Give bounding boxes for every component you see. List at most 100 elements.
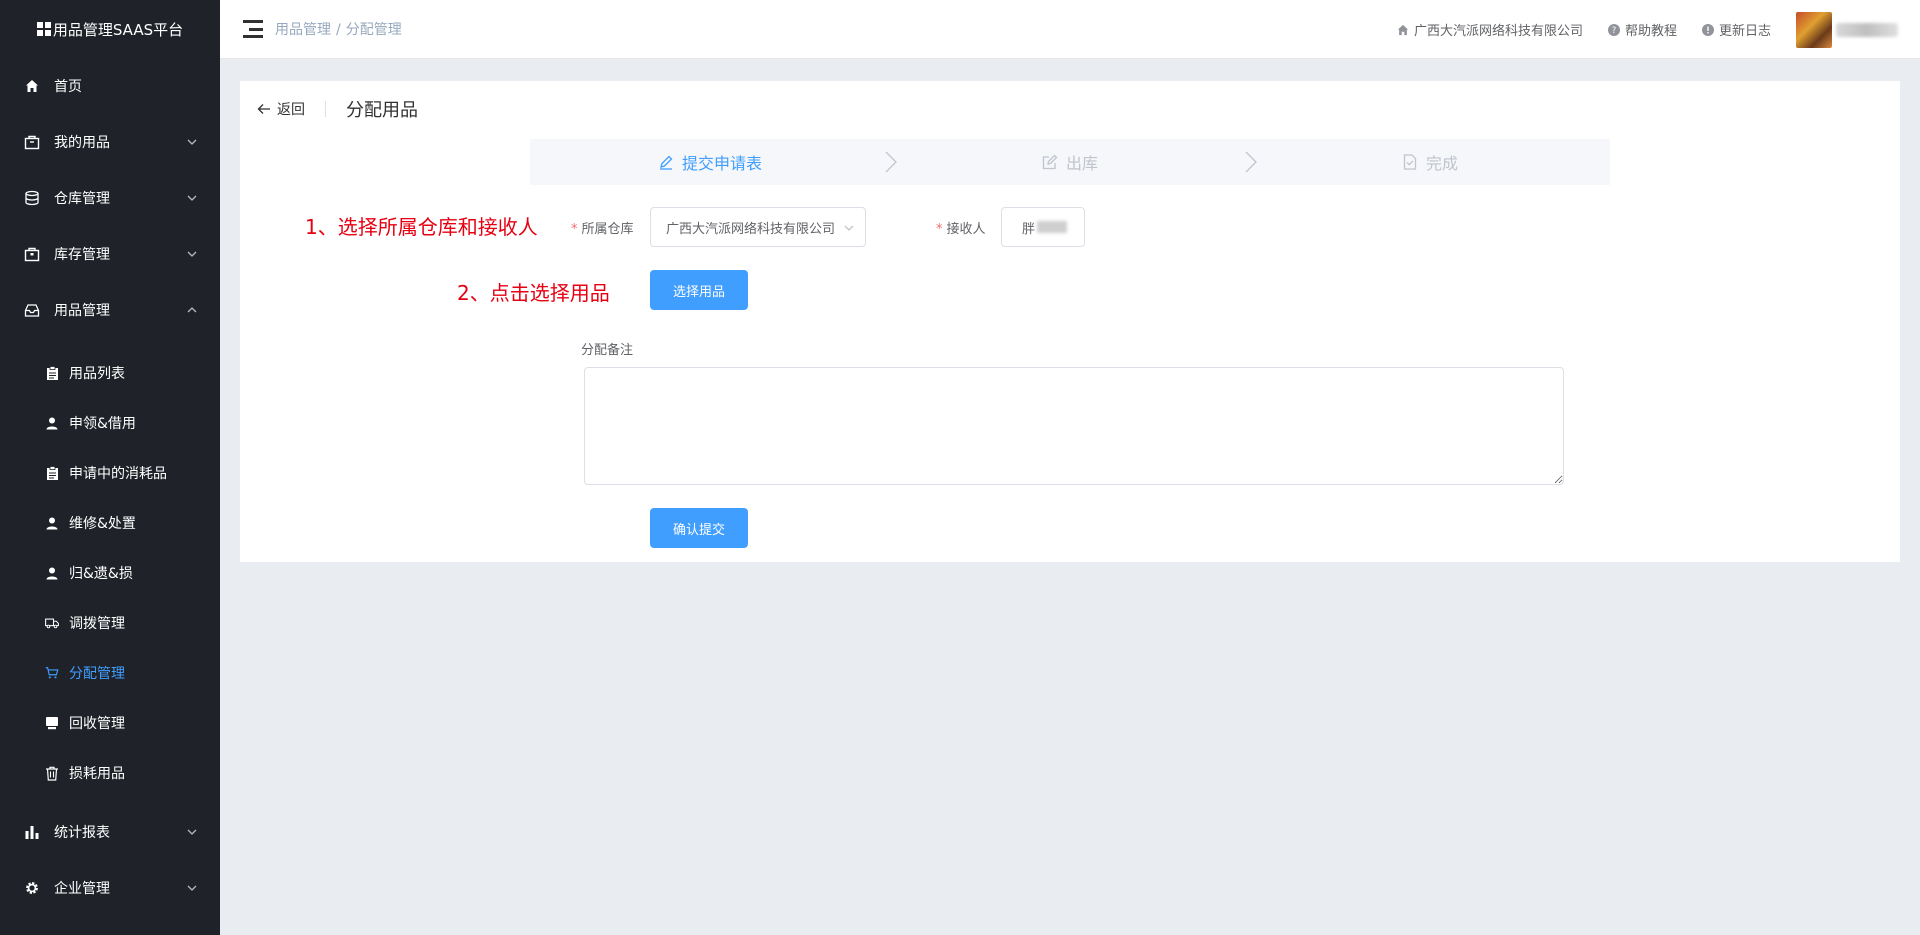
collapse-menu-icon[interactable] xyxy=(243,20,263,38)
chevron-up-icon xyxy=(187,307,197,313)
bag-icon xyxy=(24,134,40,150)
main-card: 返回 分配用品 提交申请表 出库 完成 1、选择所属仓库和接收人 2、点击选择用… xyxy=(240,81,1900,562)
receiver-value: 胖 xyxy=(1022,221,1036,237)
annotation-step2: 2、点击选择用品 xyxy=(457,281,610,305)
breadcrumb-item-current: 分配管理 xyxy=(345,22,402,38)
chevron-down-icon xyxy=(187,195,197,201)
info-icon xyxy=(1701,23,1714,36)
changelog-label: 更新日志 xyxy=(1718,24,1771,39)
sidebar-subitem-consumed-goods[interactable]: 损耗用品 xyxy=(0,748,220,798)
clipboard-icon xyxy=(45,466,59,480)
sidebar-subitem-repair-dispose[interactable]: 维修&处置 xyxy=(0,498,220,548)
grid-logo-icon xyxy=(36,22,51,36)
sidebar-subitem-label: 申领&借用 xyxy=(69,416,136,432)
page-header: 返回 分配用品 xyxy=(257,95,418,123)
warehouse-label-text: 所属仓库 xyxy=(581,222,634,237)
sidebar-item-label: 统计报表 xyxy=(54,825,110,841)
user-icon xyxy=(45,566,59,580)
sidebar-subitem-allocation[interactable]: 分配管理 xyxy=(0,648,220,698)
step-label: 提交申请表 xyxy=(681,154,762,173)
select-goods-button[interactable]: 选择用品 xyxy=(650,270,748,310)
chevron-down-icon xyxy=(187,139,197,145)
chevron-down-icon xyxy=(187,251,197,257)
cart-icon xyxy=(45,666,59,680)
arrow-left-icon xyxy=(257,104,270,114)
sidebar-subitem-label: 分配管理 xyxy=(69,666,125,682)
sidebar-subitem-label: 申请中的消耗品 xyxy=(69,466,167,482)
svg-text:?: ? xyxy=(1612,26,1617,36)
receiver-label: * 接收人 xyxy=(936,218,986,237)
user-icon xyxy=(45,416,59,430)
sidebar-subitem-label: 损耗用品 xyxy=(69,766,125,782)
receiver-redacted xyxy=(1037,221,1068,233)
sidebar-item-label: 企业管理 xyxy=(54,881,110,897)
database-icon xyxy=(24,190,40,206)
home-icon xyxy=(24,78,40,94)
sidebar-item-label: 首页 xyxy=(54,79,82,95)
step-outbound: 出库 xyxy=(890,139,1257,185)
chevron-down-icon xyxy=(187,829,197,835)
sidebar-subitem-transfer[interactable]: 调拨管理 xyxy=(0,598,220,648)
header-actions: 广西大汽派网络科技有限公司 ? 帮助教程 更新日志 xyxy=(1397,0,1920,59)
sidebar-item-warehouse[interactable]: 仓库管理 xyxy=(0,170,220,226)
submit-button[interactable]: 确认提交 xyxy=(650,508,748,548)
company-name: 广西大汽派网络科技有限公司 xyxy=(1413,24,1583,39)
required-mark: * xyxy=(936,222,943,237)
bar-chart-icon xyxy=(24,824,40,840)
sidebar-subitem-goods-list[interactable]: 用品列表 xyxy=(0,348,220,398)
top-navbar: 用品管理 / 分配管理 广西大汽派网络科技有限公司 ? 帮助教程 更新日志 xyxy=(220,0,1920,59)
back-button[interactable]: 返回 xyxy=(257,99,305,119)
required-mark: * xyxy=(571,222,578,237)
divider xyxy=(325,101,326,117)
company-switch[interactable]: 广西大汽派网络科技有限公司 xyxy=(1397,20,1583,39)
sidebar-item-goods-management[interactable]: 用品管理 xyxy=(0,282,220,338)
gear-icon xyxy=(24,880,40,896)
sidebar-item-my-goods[interactable]: 我的用品 xyxy=(0,114,220,170)
sidebar-item-label: 库存管理 xyxy=(54,247,110,263)
sidebar-subitem-label: 维修&处置 xyxy=(69,516,136,532)
changelog-link[interactable]: 更新日志 xyxy=(1701,20,1771,39)
trash-icon xyxy=(45,766,59,781)
step-complete: 完成 xyxy=(1250,139,1610,185)
app-logo[interactable]: 用品管理SAAS平台 xyxy=(0,0,220,58)
user-name-redacted[interactable] xyxy=(1836,22,1898,37)
sidebar-item-home[interactable]: 首页 xyxy=(0,58,220,114)
sidebar-item-label: 用品管理 xyxy=(54,303,110,319)
sidebar-subitem-pending-consumables[interactable]: 申请中的消耗品 xyxy=(0,448,220,498)
remark-textarea[interactable] xyxy=(584,367,1564,485)
home-icon xyxy=(1397,24,1409,35)
truck-icon xyxy=(45,616,59,630)
avatar[interactable] xyxy=(1796,11,1832,48)
monitor-icon xyxy=(45,716,59,730)
sidebar-subitem-label: 回收管理 xyxy=(69,716,125,732)
sidebar-subitem-label: 调拨管理 xyxy=(69,616,125,632)
sidebar: 用品管理SAAS平台 首页 我的用品 仓库管理 库存管理 用品管理 用品列表 申… xyxy=(0,0,220,935)
warehouse-select[interactable]: 广西大汽派网络科技有限公司 xyxy=(650,207,866,247)
step-label: 出库 xyxy=(1065,154,1098,173)
help-link[interactable]: ? 帮助教程 xyxy=(1607,20,1677,39)
document-check-icon xyxy=(1403,154,1417,170)
sidebar-item-enterprise[interactable]: 企业管理 xyxy=(0,860,220,916)
user-icon xyxy=(45,516,59,530)
app-title: 用品管理SAAS平台 xyxy=(52,20,184,39)
sidebar-subitem-apply-borrow[interactable]: 申领&借用 xyxy=(0,398,220,448)
sidebar-item-label: 我的用品 xyxy=(54,135,110,151)
step-submit-application: 提交申请表 xyxy=(530,139,897,185)
clipboard-icon xyxy=(45,366,59,380)
edit-icon xyxy=(659,155,673,170)
back-label: 返回 xyxy=(277,102,305,118)
annotation-step1: 1、选择所属仓库和接收人 xyxy=(305,215,538,239)
sidebar-subitem-recycle[interactable]: 回收管理 xyxy=(0,698,220,748)
chevron-down-icon xyxy=(187,885,197,891)
warehouse-label: * 所属仓库 xyxy=(571,218,634,237)
edit-square-icon xyxy=(1042,154,1058,170)
breadcrumb-separator: / xyxy=(336,22,341,38)
steps-bar: 提交申请表 出库 完成 xyxy=(530,139,1610,185)
sidebar-item-inventory[interactable]: 库存管理 xyxy=(0,226,220,282)
sidebar-item-reports[interactable]: 统计报表 xyxy=(0,804,220,860)
receiver-input[interactable]: 胖 xyxy=(1001,207,1085,247)
question-icon: ? xyxy=(1607,23,1620,36)
remark-label: 分配备注 xyxy=(581,343,634,358)
breadcrumb-item[interactable]: 用品管理 xyxy=(275,22,331,38)
sidebar-subitem-return-lost-damaged[interactable]: 归&遗&损 xyxy=(0,548,220,598)
